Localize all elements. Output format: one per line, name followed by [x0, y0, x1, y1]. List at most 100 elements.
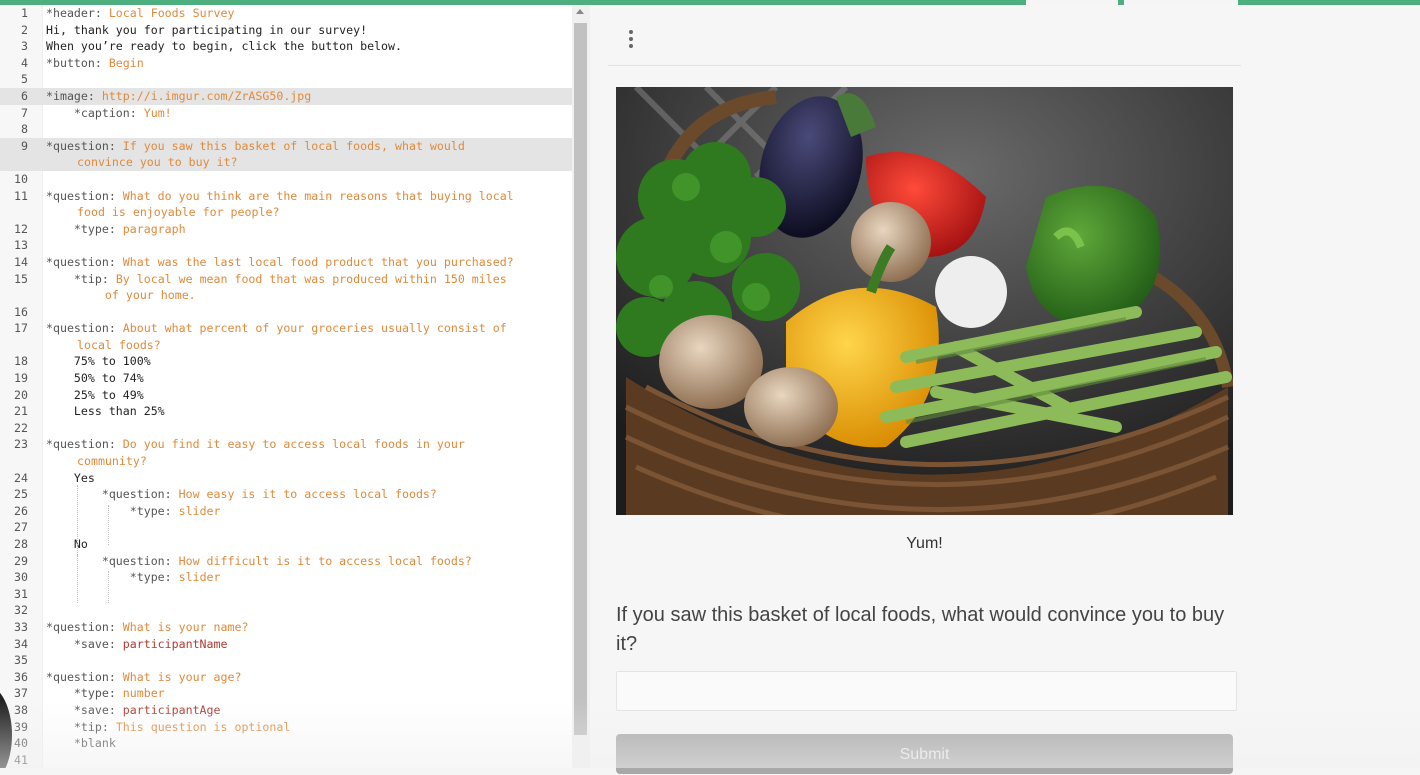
- code-line[interactable]: 25 *question: How easy is it to access l…: [0, 486, 572, 503]
- code-text: *question: What do you think are the mai…: [46, 188, 568, 221]
- code-token: What is your age?: [122, 669, 242, 684]
- code-text: *header: Local Foods Survey: [46, 5, 568, 22]
- code-line[interactable]: 29 *question: How difficult is it to acc…: [0, 553, 572, 570]
- code-editor[interactable]: 1 *header: Local Foods Survey 2 Hi, thank y…: [0, 5, 590, 768]
- code-token: number: [122, 686, 165, 701]
- line-number: 14: [14, 254, 28, 269]
- line-number: 36: [14, 669, 28, 684]
- code-line[interactable]: 18 75% to 100%: [0, 353, 572, 370]
- code-line[interactable]: 5: [0, 71, 572, 88]
- code-text: 75% to 100%: [46, 353, 568, 370]
- answer-input[interactable]: [616, 671, 1237, 711]
- editor-scrollbar-thumb[interactable]: [574, 23, 587, 735]
- code-line[interactable]: 1 *header: Local Foods Survey: [0, 5, 572, 22]
- code-line[interactable]: 23 *question: Do you find it easy to acce…: [0, 436, 572, 469]
- line-number: 24: [14, 470, 28, 485]
- survey-image: [616, 87, 1233, 515]
- code-line[interactable]: 24 Yes: [0, 470, 572, 487]
- code-text: *tip: By local we mean food that was pro…: [46, 271, 568, 304]
- code-line[interactable]: 39 *tip: This question is optional: [0, 719, 572, 736]
- code-token: *question:: [46, 254, 123, 269]
- code-token: of your home.: [77, 288, 196, 303]
- code-token: 75% to 100%: [46, 354, 151, 369]
- line-number: 11: [14, 188, 28, 203]
- scroll-up-arrow-icon[interactable]: [576, 9, 584, 14]
- code-line[interactable]: 37 *type: number: [0, 685, 572, 702]
- code-line[interactable]: 3 When you’re ready to begin, click the b…: [0, 38, 572, 55]
- code-token: How difficult is it to access local food…: [178, 553, 472, 568]
- code-token: *question:: [46, 188, 123, 203]
- code-text: *tip: This question is optional: [46, 719, 568, 736]
- code-line[interactable]: 30 *type: slider: [0, 569, 572, 586]
- line-number: 29: [14, 553, 28, 568]
- line-number: 35: [14, 653, 28, 668]
- code-text: *button: Begin: [46, 55, 568, 72]
- code-text: *question: What is your name?: [46, 619, 568, 636]
- code-text: *image: http://i.imgur.com/ZrASG50.jpg: [46, 88, 568, 105]
- code-text: *caption: Yum!: [46, 105, 568, 122]
- code-line[interactable]: 9 *question: If you saw this basket of lo…: [0, 137, 572, 171]
- code-line[interactable]: 16: [0, 304, 572, 321]
- code-line[interactable]: 7 *caption: Yum!: [0, 105, 572, 122]
- code-line[interactable]: 12 *type: paragraph: [0, 221, 572, 238]
- code-line[interactable]: 6 *image: http://i.imgur.com/ZrASG50.jpg: [0, 87, 572, 105]
- code-line[interactable]: 10: [0, 171, 572, 188]
- code-token: *question:: [46, 669, 123, 684]
- code-text: *type: slider: [46, 503, 568, 520]
- code-token: Local Foods Survey: [108, 6, 235, 20]
- code-line[interactable]: 21 Less than 25%: [0, 403, 572, 420]
- code-text: *question: How difficult is it to access…: [46, 553, 568, 570]
- code-line[interactable]: 35: [0, 652, 572, 669]
- code-text: 25% to 49%: [46, 387, 568, 404]
- code-line[interactable]: 15 *tip: By local we mean food that was …: [0, 271, 572, 304]
- line-number: 8: [21, 122, 28, 137]
- code-token: local foods?: [77, 337, 161, 352]
- line-number: 5: [21, 72, 28, 87]
- line-number: 23: [14, 437, 28, 452]
- code-line[interactable]: 13: [0, 237, 572, 254]
- code-token: Hi, thank you for participating in our s…: [46, 22, 368, 37]
- code-line[interactable]: 32: [0, 602, 572, 619]
- code-line[interactable]: 27: [0, 519, 572, 536]
- code-line[interactable]: 33 *question: What is your name?: [0, 619, 572, 636]
- code-lines[interactable]: 1 *header: Local Foods Survey 2 Hi, thank y…: [0, 5, 572, 768]
- code-line[interactable]: 4 *button: Begin: [0, 55, 572, 72]
- submit-button[interactable]: Submit: [616, 734, 1233, 774]
- code-line[interactable]: 28 No: [0, 536, 572, 553]
- code-token: *button:: [46, 55, 109, 70]
- line-number: 34: [14, 636, 28, 651]
- code-line[interactable]: 14 *question: What was the last local foo…: [0, 254, 572, 271]
- code-token: participantName: [122, 636, 228, 651]
- code-line[interactable]: 17 *question: About what percent of your …: [0, 320, 572, 353]
- code-line[interactable]: 41: [0, 752, 572, 768]
- code-line[interactable]: 22: [0, 420, 572, 437]
- code-token: This question is optional: [115, 719, 291, 734]
- line-number: 27: [14, 520, 28, 535]
- code-token: convince you to buy it?: [77, 155, 238, 170]
- code-token: *question:: [46, 487, 179, 502]
- code-line[interactable]: 20 25% to 49%: [0, 387, 572, 404]
- code-line[interactable]: 31: [0, 586, 572, 603]
- code-token: *question:: [46, 138, 123, 153]
- code-text: *blank: [46, 735, 568, 752]
- code-line[interactable]: 19 50% to 74%: [0, 370, 572, 387]
- code-token: Less than 25%: [46, 404, 165, 419]
- code-token: *type:: [46, 221, 123, 236]
- code-token: *question:: [46, 321, 123, 336]
- code-line[interactable]: 34 *save: participantName: [0, 636, 572, 653]
- code-line[interactable]: 2 Hi, thank you for participating in our …: [0, 22, 572, 39]
- code-line[interactable]: 26 *type: slider: [0, 503, 572, 520]
- more-options-icon[interactable]: [622, 28, 640, 50]
- code-line[interactable]: 11 *question: What do you think are the m…: [0, 188, 572, 221]
- code-token: 25% to 49%: [46, 387, 144, 402]
- code-token: *tip:: [46, 271, 116, 286]
- vegetable-basket-photo: [616, 87, 1233, 515]
- code-line[interactable]: 38 *save: participantAge: [0, 702, 572, 719]
- code-token: food is enjoyable for people?: [77, 205, 280, 220]
- code-line[interactable]: 8: [0, 121, 572, 138]
- code-token: *blank: [46, 736, 116, 751]
- code-line[interactable]: 36 *question: What is your age?: [0, 669, 572, 686]
- code-text: 50% to 74%: [46, 370, 568, 387]
- code-line[interactable]: 40 *blank: [0, 735, 572, 752]
- line-number: 10: [14, 171, 28, 186]
